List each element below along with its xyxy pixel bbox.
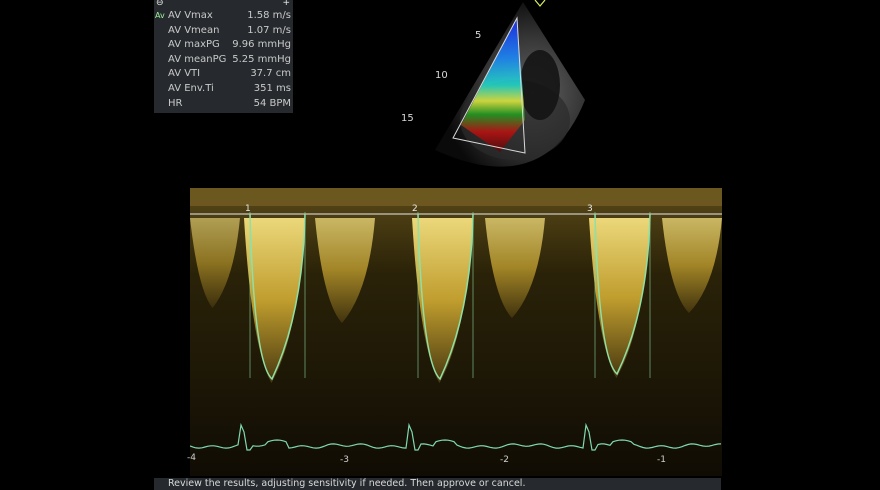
- time-tick: -1: [657, 455, 666, 465]
- status-bar: Review the results, adjusting sensitivit…: [154, 478, 721, 490]
- measurement-value: 351 ms: [253, 82, 291, 94]
- measurement-row[interactable]: AV VTI 37.7 cm: [154, 67, 293, 82]
- beat-marker[interactable]: 2: [412, 204, 418, 214]
- echo-sector-svg: [435, 0, 585, 167]
- measurement-row[interactable]: Av AV Vmax 1.58 m/s: [154, 9, 293, 24]
- measurement-value: 37.7 cm: [250, 68, 291, 80]
- measurement-label: AV Vmax: [168, 10, 213, 21]
- measurement-row[interactable]: HR 54 BPM: [154, 97, 293, 112]
- measurement-label: AV VTI: [168, 68, 201, 80]
- measurement-value: 1.07 m/s: [247, 24, 291, 36]
- echo-sector-image: 5 10 15: [395, 0, 595, 190]
- measurement-value: 54 BPM: [253, 97, 291, 109]
- measurement-panel: ⊖ + Av AV Vmax 1.58 m/s AV Vmean 1.07 m/…: [154, 0, 293, 113]
- measurement-row[interactable]: AV Env.Ti 351 ms: [154, 82, 293, 97]
- measurement-value: 9.96 mmHg: [232, 39, 291, 51]
- measurement-label: HR: [168, 97, 183, 109]
- depth-label: 15: [401, 113, 414, 124]
- add-icon[interactable]: +: [282, 0, 290, 8]
- collapse-icon[interactable]: ⊖: [156, 0, 164, 8]
- measurement-label: AV Vmean: [168, 24, 220, 36]
- beat-marker[interactable]: 1: [245, 204, 251, 214]
- measurement-label: AV maxPG: [168, 39, 220, 51]
- depth-label: 5: [475, 30, 482, 41]
- depth-label: 10: [435, 70, 448, 81]
- measurement-value: 1.58 m/s: [247, 10, 291, 21]
- beat-marker[interactable]: 3: [587, 204, 593, 214]
- measurement-label: AV Env.Ti: [168, 82, 214, 94]
- measurement-row[interactable]: AV Vmean 1.07 m/s: [154, 24, 293, 39]
- time-tick: -2: [500, 455, 509, 465]
- measurement-panel-header: ⊖ +: [154, 0, 293, 9]
- measurement-value: 5.25 mmHg: [232, 53, 291, 65]
- doppler-spectrum[interactable]: 1 2 3 -4 -3 -2 -1: [187, 188, 722, 476]
- measurement-row[interactable]: AV meanPG 5.25 mmHg: [154, 53, 293, 68]
- study-tag: Av: [155, 11, 165, 20]
- time-tick: -4: [187, 453, 196, 463]
- status-message: Review the results, adjusting sensitivit…: [168, 478, 526, 489]
- measurement-row[interactable]: AV maxPG 9.96 mmHg: [154, 38, 293, 53]
- measurement-label: AV meanPG: [168, 53, 227, 65]
- time-tick: -3: [340, 455, 349, 465]
- doppler-svg: [189, 188, 722, 476]
